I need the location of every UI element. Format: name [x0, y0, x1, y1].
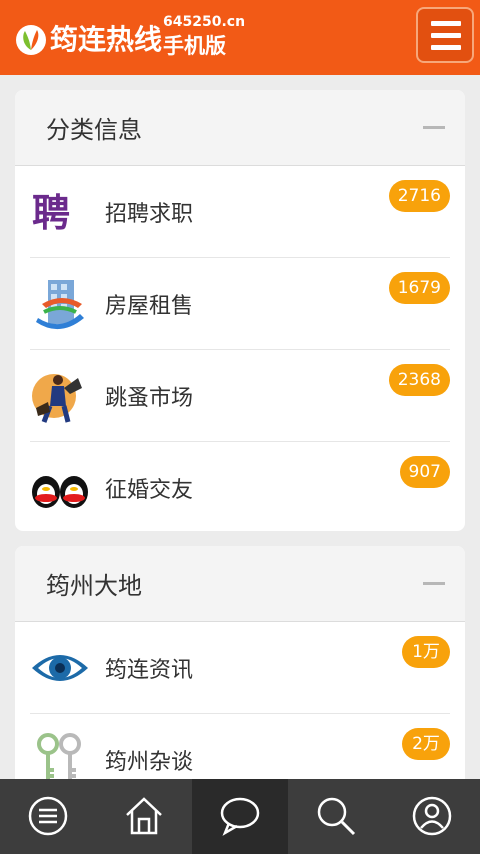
count-badge: 1679 [388, 272, 450, 304]
section-title: 分类信息 [46, 116, 142, 144]
penguins-icon [30, 458, 90, 518]
list-item[interactable]: 房屋租售 1679 [30, 258, 450, 350]
count-badge: 907 [399, 456, 450, 488]
list-item[interactable]: 征婚交友 907 [30, 442, 450, 531]
count-badge: 1万 [402, 636, 450, 668]
app-header: 筠连热线 645250.cn 手机版 [0, 0, 480, 75]
item-label: 跳蚤市场 [105, 386, 194, 411]
leaf-logo-icon [16, 25, 46, 55]
list-item[interactable]: 聘 招聘求职 2716 [30, 166, 450, 258]
count-badge: 2万 [402, 728, 450, 760]
home-icon [126, 797, 162, 835]
item-label: 筠连资讯 [105, 658, 194, 683]
building-icon [30, 274, 90, 334]
recruitment-icon: 聘 [30, 182, 90, 242]
item-label: 招聘求职 [105, 202, 194, 227]
svg-text:聘: 聘 [32, 190, 70, 235]
section-header[interactable]: 分类信息 [15, 90, 465, 166]
search-icon [317, 797, 356, 836]
nav-user-button[interactable] [384, 779, 480, 854]
item-label: 征婚交友 [105, 478, 194, 503]
count-badge: 2716 [388, 180, 450, 212]
item-label: 筠州杂谈 [105, 750, 194, 775]
user-icon [412, 796, 452, 836]
section-header[interactable]: 筠州大地 [15, 546, 465, 622]
count-badge: 2368 [388, 364, 450, 396]
megaphone-man-icon [30, 366, 90, 426]
chat-bubble-icon [220, 797, 260, 836]
nav-search-button[interactable] [288, 779, 384, 854]
hamburger-menu-icon [431, 21, 461, 26]
list-item[interactable]: 跳蚤市场 2368 [30, 350, 450, 442]
collapse-icon[interactable] [423, 126, 445, 129]
section-title: 筠州大地 [46, 572, 142, 600]
collapse-icon[interactable] [423, 582, 445, 585]
menu-list-icon [28, 796, 68, 836]
hamburger-line [431, 45, 461, 50]
hamburger-line [431, 33, 461, 38]
nav-chat-button[interactable] [192, 779, 288, 854]
site-subtitle: 手机版 [163, 34, 226, 58]
list-item[interactable]: 筠连资讯 1万 [30, 622, 450, 714]
site-domain: 645250.cn [163, 14, 246, 30]
item-label: 房屋租售 [105, 294, 194, 319]
category-info-card: 分类信息 聘 招聘求职 2716 房屋租售 1679 跳蚤市场 2368 征婚交… [15, 90, 465, 531]
site-title[interactable]: 筠连热线 [50, 22, 162, 58]
bottom-nav [0, 779, 480, 854]
nav-menu-button[interactable] [0, 779, 96, 854]
eye-icon [30, 638, 90, 698]
nav-home-button[interactable] [96, 779, 192, 854]
hamburger-menu-button[interactable] [416, 7, 474, 63]
